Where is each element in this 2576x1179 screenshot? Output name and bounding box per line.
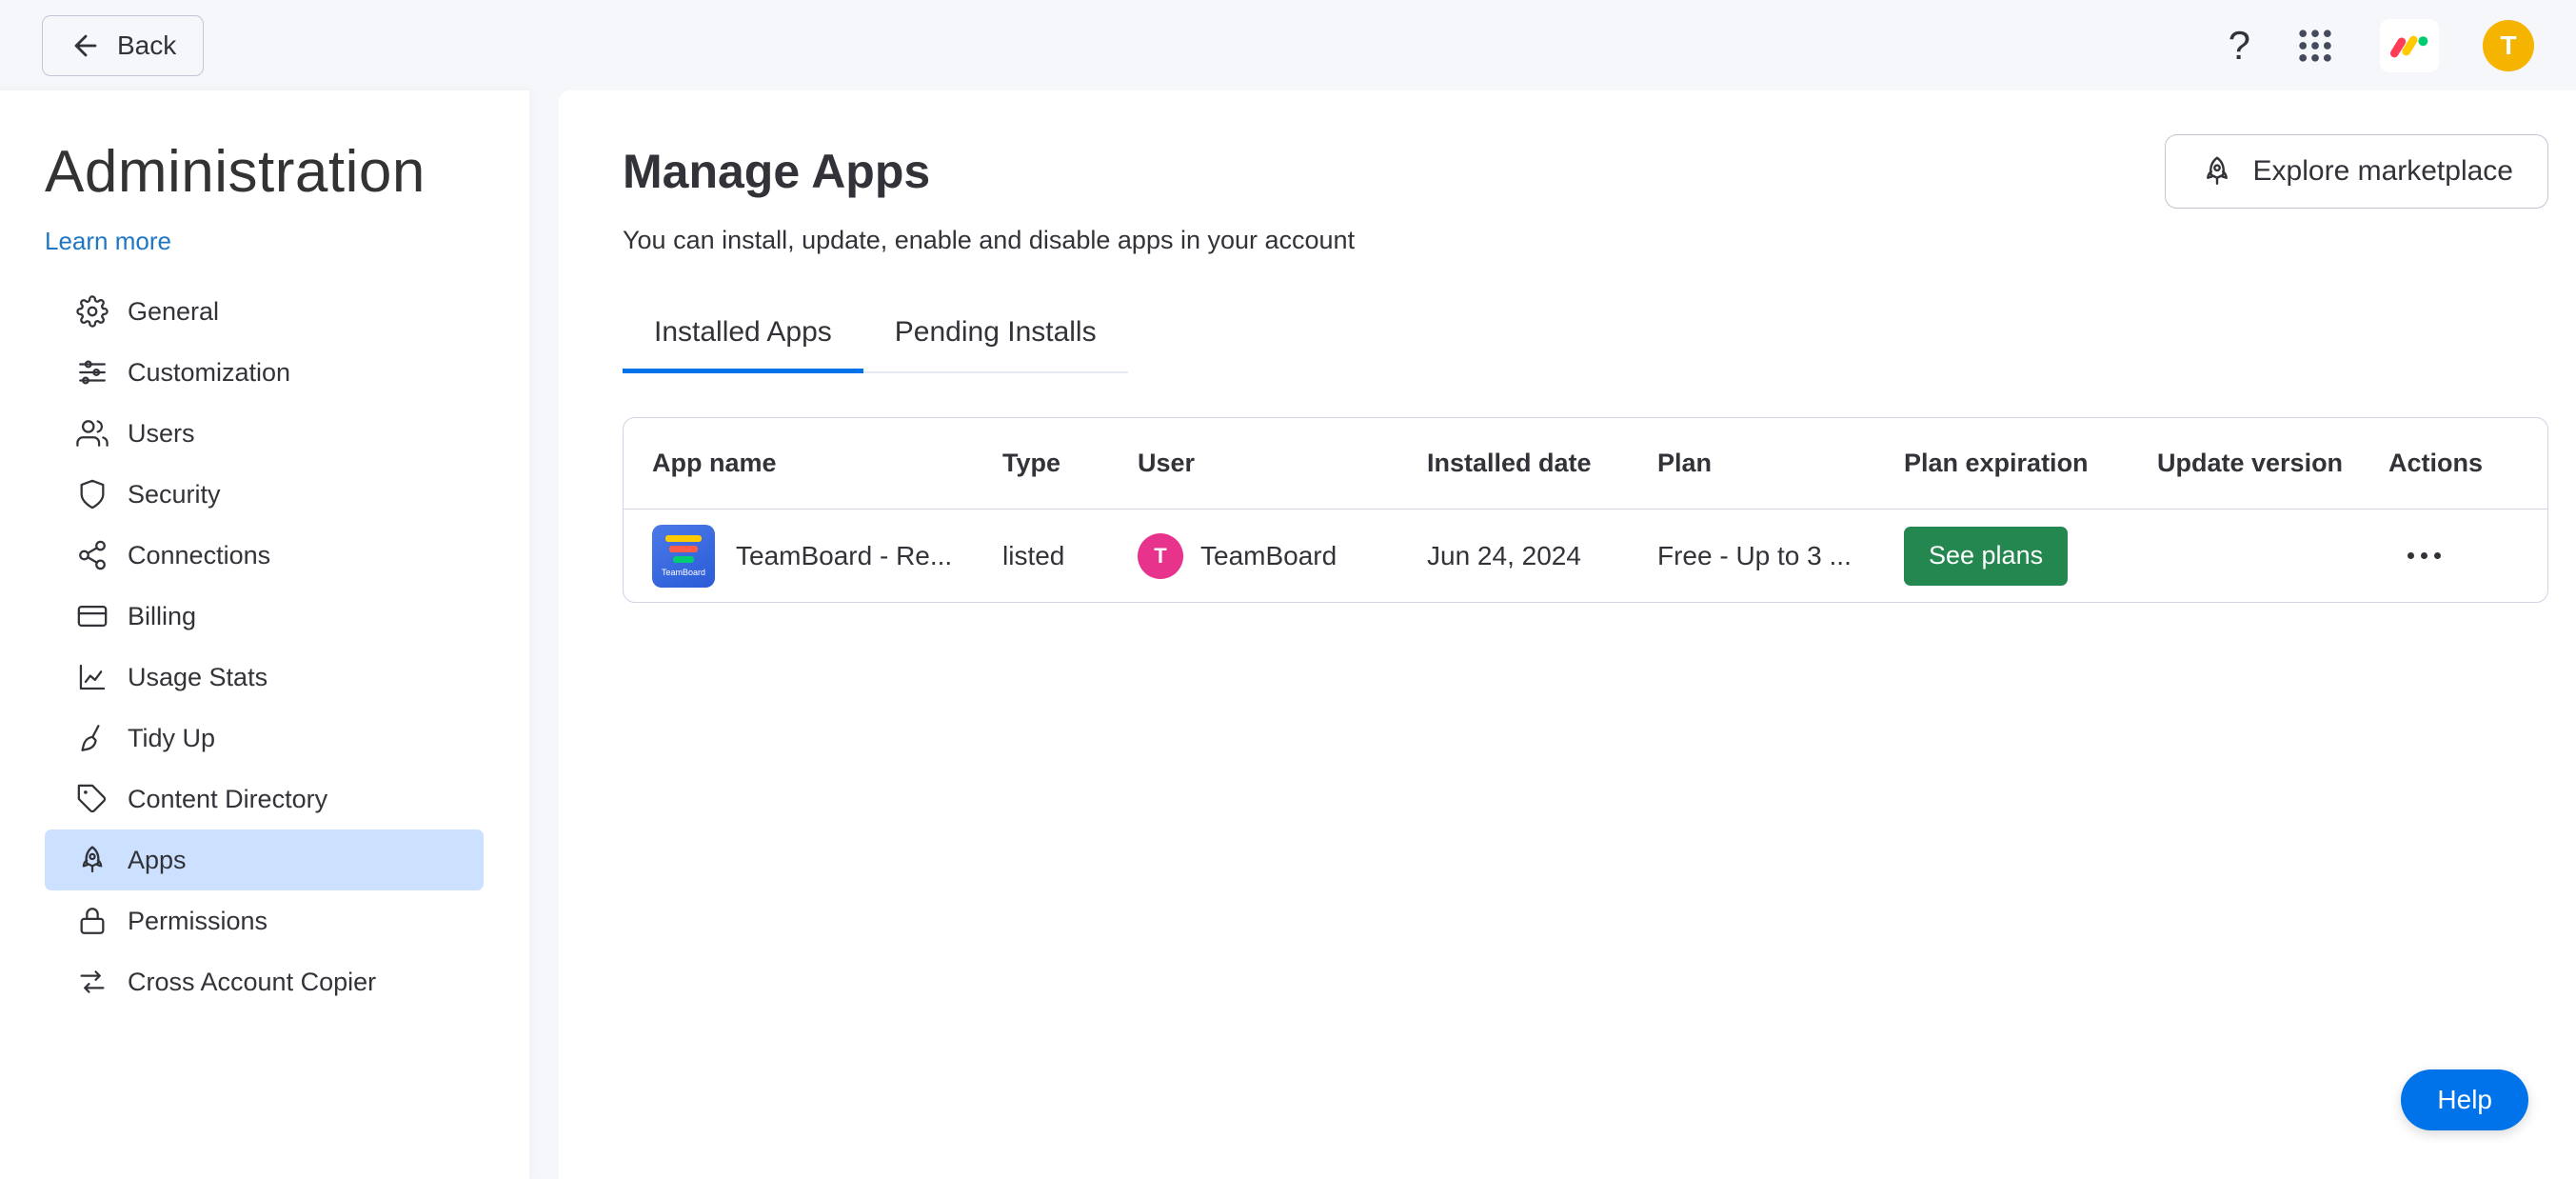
explore-marketplace-button[interactable]: Explore marketplace xyxy=(2164,134,2548,209)
sidebar-item-users[interactable]: Users xyxy=(45,403,484,464)
installed-apps-table: App name Type User Installed date Plan P… xyxy=(623,417,2548,603)
rocket-icon xyxy=(2200,154,2234,189)
users-icon xyxy=(76,417,109,450)
share-nodes-icon xyxy=(76,539,109,571)
user-avatar[interactable]: T xyxy=(2483,19,2534,71)
main-header-text: Manage Apps You can install, update, ena… xyxy=(623,144,1355,255)
sidebar-item-tidy-up[interactable]: Tidy Up xyxy=(45,708,484,769)
plan-cell: Free - Up to 3 ... xyxy=(1657,540,1852,570)
sidebar-item-label: General xyxy=(128,296,220,326)
transfer-arrows-icon xyxy=(76,966,109,998)
plan-expiration-cell: See plans xyxy=(1904,526,2157,586)
column-header-user: User xyxy=(1138,449,1196,477)
row-user-name: TeamBoard xyxy=(1200,540,1338,570)
sidebar-item-label: Connections xyxy=(128,540,271,570)
installed-date-cell: Jun 24, 2024 xyxy=(1427,540,1581,570)
sidebar-item-content-directory[interactable]: Content Directory xyxy=(45,769,484,829)
column-header-plan: Plan xyxy=(1657,449,1713,477)
apps-grid-icon[interactable] xyxy=(2294,25,2336,67)
main-header: Manage Apps You can install, update, ena… xyxy=(623,134,2548,255)
app-name-text: TeamBoard - Re... xyxy=(736,540,953,570)
table-header-row: App name Type User Installed date Plan P… xyxy=(624,418,2547,509)
top-bar: Back ? T xyxy=(0,0,2576,90)
tab-bar: Installed Apps Pending Installs xyxy=(623,316,1128,373)
teamboard-app-icon: TeamBoard xyxy=(652,524,715,588)
column-header-type: Type xyxy=(1002,449,1061,477)
sidebar-item-label: Usage Stats xyxy=(128,662,268,691)
tag-icon xyxy=(76,783,109,815)
sidebar-title: Administration xyxy=(45,139,426,205)
sidebar-item-label: Security xyxy=(128,479,221,509)
rocket-icon xyxy=(76,844,109,876)
sidebar: Administration Learn more General Custom… xyxy=(0,90,529,1179)
gear-icon xyxy=(76,295,109,328)
sidebar-item-label: Apps xyxy=(128,845,187,874)
back-button-label: Back xyxy=(117,30,177,60)
help-question-icon[interactable]: ? xyxy=(2229,25,2250,66)
tab-pending-installs[interactable]: Pending Installs xyxy=(863,316,1128,371)
line-chart-icon xyxy=(76,661,109,693)
shield-icon xyxy=(76,478,109,510)
sidebar-item-permissions[interactable]: Permissions xyxy=(45,890,484,951)
page-title: Manage Apps xyxy=(623,145,931,198)
column-header-plan-expiration: Plan expiration xyxy=(1904,449,2089,477)
monday-logo[interactable] xyxy=(2380,18,2439,72)
actions-cell xyxy=(2388,552,2547,559)
sidebar-item-label: Permissions xyxy=(128,906,268,935)
column-header-update-version: Update version xyxy=(2157,449,2344,477)
explore-marketplace-label: Explore marketplace xyxy=(2252,155,2513,187)
back-button[interactable]: Back xyxy=(42,14,205,76)
sidebar-item-label: Content Directory xyxy=(128,784,328,813)
app-name-cell: TeamBoard TeamBoard - Re... xyxy=(624,524,1002,588)
sidebar-item-general[interactable]: General xyxy=(45,281,484,342)
row-user-avatar: T xyxy=(1138,532,1183,579)
sidebar-item-label: Tidy Up xyxy=(128,723,216,752)
sidebar-item-label: Cross Account Copier xyxy=(128,967,377,996)
app-icon-label: TeamBoard xyxy=(661,567,706,577)
row-actions-menu-icon[interactable] xyxy=(2388,552,2441,559)
column-header-app-name: App name xyxy=(652,449,777,477)
see-plans-button[interactable]: See plans xyxy=(1904,526,2069,586)
column-header-installed-date: Installed date xyxy=(1427,449,1592,477)
topbar-right-group: ? T xyxy=(2229,18,2534,72)
page-subtitle: You can install, update, enable and disa… xyxy=(623,226,1356,254)
table-row: TeamBoard TeamBoard - Re... listed T Tea… xyxy=(624,509,2547,602)
column-header-actions: Actions xyxy=(2388,449,2484,477)
sidebar-item-label: Customization xyxy=(128,357,291,387)
tab-installed-apps[interactable]: Installed Apps xyxy=(623,316,863,373)
learn-more-link[interactable]: Learn more xyxy=(45,227,171,256)
sidebar-item-billing[interactable]: Billing xyxy=(45,586,484,647)
sidebar-menu: General Customization Users Security Con… xyxy=(45,281,484,1012)
app-user-cell: T TeamBoard xyxy=(1138,532,1427,579)
back-arrow-icon xyxy=(69,30,102,62)
sidebar-item-apps[interactable]: Apps xyxy=(45,829,484,890)
sidebar-item-security[interactable]: Security xyxy=(45,464,484,525)
broom-icon xyxy=(76,722,109,754)
app-type-cell: listed xyxy=(1002,540,1065,570)
sidebar-item-cross-account-copier[interactable]: Cross Account Copier xyxy=(45,951,484,1012)
sidebar-item-label: Users xyxy=(128,418,195,448)
sliders-icon xyxy=(76,356,109,389)
lock-icon xyxy=(76,905,109,937)
sidebar-item-connections[interactable]: Connections xyxy=(45,525,484,586)
sidebar-item-usage-stats[interactable]: Usage Stats xyxy=(45,647,484,708)
main-panel: Manage Apps You can install, update, ena… xyxy=(559,90,2576,1179)
sidebar-item-label: Billing xyxy=(128,601,197,630)
sidebar-item-customization[interactable]: Customization xyxy=(45,342,484,403)
help-button[interactable]: Help xyxy=(2401,1069,2528,1130)
credit-card-icon xyxy=(76,600,109,632)
